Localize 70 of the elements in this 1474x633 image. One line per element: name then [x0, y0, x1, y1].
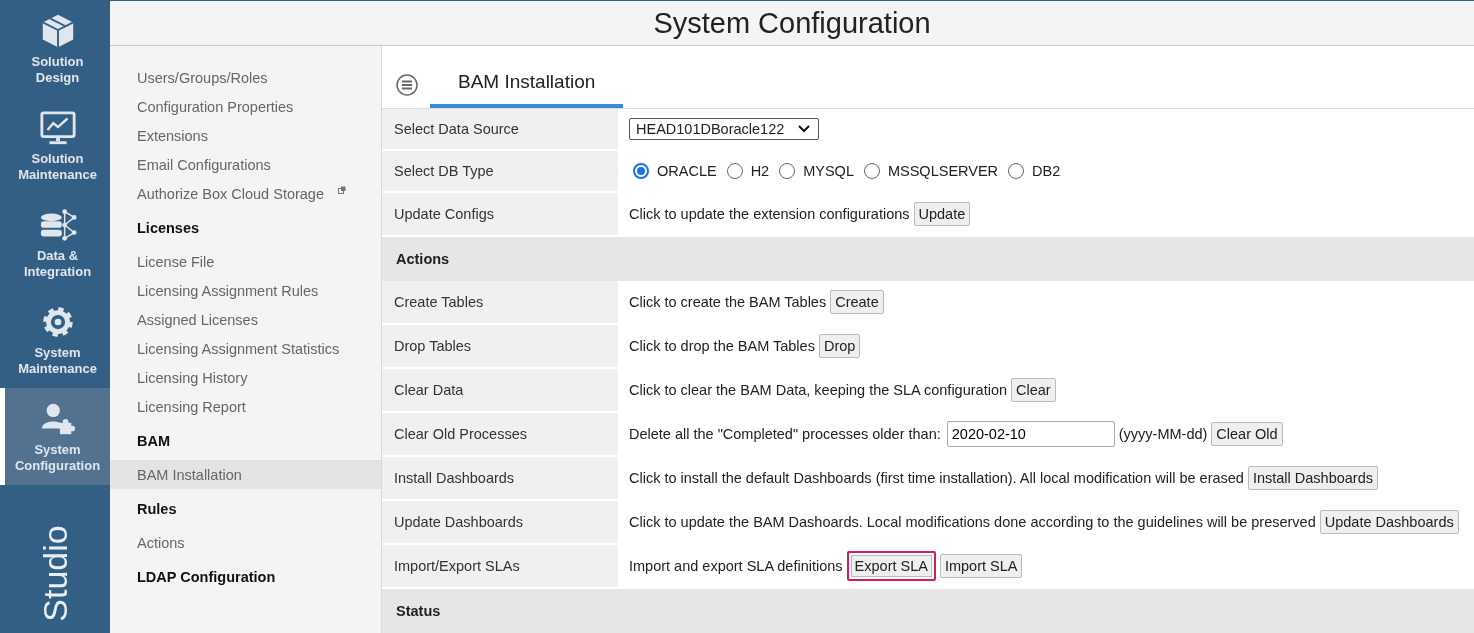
action-button[interactable]: Create [830, 290, 884, 314]
row-description: Import and export SLA definitions [629, 558, 843, 574]
action-button[interactable]: Export SLA [846, 551, 936, 581]
section-header: Actions [382, 237, 1474, 281]
nav-rail-item[interactable]: Solution Design [0, 0, 110, 97]
section-header: Status [382, 589, 1474, 633]
date-format-hint: (yyyy-MM-dd) [1118, 426, 1208, 442]
chevron-down-icon [798, 125, 811, 133]
radio-label: MYSQL [803, 163, 854, 179]
row-description: Click to install the default Dashboards (first time installation). All local modification will be erased [629, 470, 1244, 486]
action-button[interactable]: Clear Old [1211, 422, 1283, 446]
sidebar-item[interactable]: Extensions [110, 121, 381, 150]
row-description: Click to create the BAM Tables [629, 294, 827, 310]
row-label: Update Configs [382, 193, 618, 235]
row-label: Import/Export SLAs [382, 545, 618, 587]
radio-label: DB2 [1032, 163, 1061, 179]
external-link-icon [338, 185, 346, 194]
sidebar-item[interactable]: Email Configurations [110, 150, 381, 179]
menu-icon[interactable] [396, 74, 418, 96]
row-description: Click to update the extension configurations [629, 206, 910, 222]
radio-label: ORACLE [657, 163, 717, 179]
nav-rail-item[interactable]: System Maintenance [0, 291, 110, 388]
sidebar-heading: BAM [136, 431, 172, 451]
radio-button[interactable] [1008, 163, 1025, 179]
nav-rail-item[interactable]: System Configuration [0, 388, 110, 485]
sidebar-heading: Rules [136, 499, 178, 519]
radio-label: MSSQLSERVER [887, 163, 999, 179]
sidebar-item[interactable]: Assigned Licenses [110, 305, 381, 334]
sidebar-item[interactable]: Licensing Assignment Statistics [110, 334, 381, 363]
row-label: Install Dashboards [382, 457, 618, 499]
sidebar-item[interactable]: License File [110, 247, 381, 276]
row-description: Delete all the "Completed" processes older than: [629, 426, 941, 442]
radio-button[interactable] [779, 163, 796, 179]
row-label: Drop Tables [382, 325, 618, 367]
monitor-chart-icon [38, 108, 77, 147]
sidebar-item[interactable]: Licensing Report [110, 392, 381, 421]
row-label: Select Data Source [382, 109, 618, 149]
row-description: Click to update the BAM Dashoards. Local modifications done according to the guidelines will be preserved [629, 514, 1316, 530]
nav-rail-item[interactable]: Data & Integration [0, 194, 110, 291]
action-button[interactable]: Update Dashboards [1319, 510, 1459, 534]
radio-button[interactable] [726, 163, 743, 179]
action-button[interactable]: Install Dashboards [1247, 466, 1378, 490]
page-title: System Configuration [653, 6, 931, 40]
row-label: Create Tables [382, 281, 618, 323]
sidebar-item[interactable]: Licensing Assignment Rules [110, 276, 381, 305]
sidebar-heading: Licenses [136, 218, 201, 238]
row-description: Click to clear the BAM Data, keeping the SLA configuration [629, 382, 1007, 398]
sidebar-item[interactable]: Authorize Box Cloud Storage [110, 179, 381, 208]
radio-label: H2 [750, 163, 770, 179]
row-label: Select DB Type [382, 151, 618, 191]
nav-rail-item[interactable]: Solution Maintenance [0, 97, 110, 194]
date-field[interactable]: 2020-02-10 [946, 421, 1115, 447]
row-label: Clear Old Processes [382, 413, 618, 455]
sidebar-item[interactable]: Licensing History [110, 363, 381, 392]
row-label: Update Dashboards [382, 501, 618, 543]
radio-button[interactable] [863, 163, 880, 179]
sidebar-item[interactable]: Configuration Properties [110, 92, 381, 121]
data-source-select[interactable]: HEAD101DBoracle122 [629, 118, 820, 140]
row-description: Click to drop the BAM Tables [629, 338, 815, 354]
action-button[interactable]: Update [913, 202, 971, 226]
action-button[interactable]: Import SLA [939, 554, 1023, 578]
sidebar-heading: LDAP Configuration [136, 567, 277, 587]
action-button[interactable]: Drop [818, 334, 861, 358]
sidebar-item[interactable]: BAM Installation [110, 460, 381, 489]
action-button[interactable]: Clear [1011, 378, 1056, 402]
row-label: Clear Data [382, 369, 618, 411]
brand-text: Studio [35, 525, 75, 622]
sidebar-item[interactable]: Users/Groups/Roles [110, 63, 381, 92]
radio-button[interactable] [633, 163, 649, 179]
sidebar-item[interactable]: Actions [110, 528, 381, 557]
